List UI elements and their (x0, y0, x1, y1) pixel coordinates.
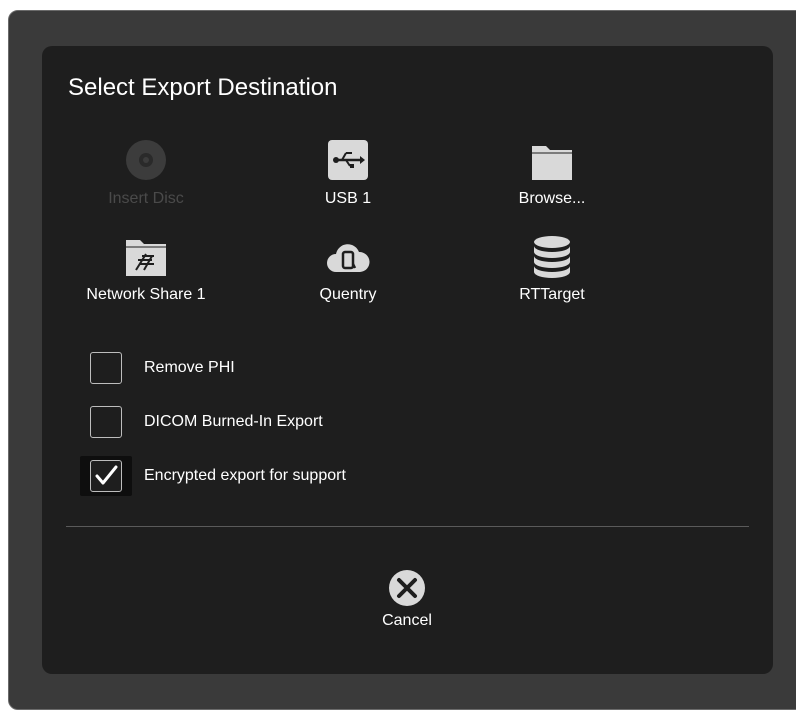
option-label: DICOM Burned-In Export (144, 413, 323, 430)
checkmark-icon (95, 465, 118, 485)
destination-insert-disc: Insert Disc (66, 138, 226, 208)
cancel-button[interactable]: Cancel (357, 568, 457, 630)
folder-icon (532, 146, 572, 180)
destination-label: Quentry (319, 286, 377, 303)
destination-browse[interactable]: Browse... (472, 138, 632, 208)
option-label: Remove PHI (144, 359, 235, 376)
destination-usb-1[interactable]: USB 1 (268, 138, 428, 208)
remove-phi-checkbox[interactable] (90, 352, 122, 384)
usb-icon (328, 140, 368, 180)
network-folder-icon (126, 240, 166, 276)
option-remove-phi[interactable]: Remove PHI (80, 348, 235, 388)
destination-rttarget[interactable]: RTTarget (472, 234, 632, 304)
destination-label: USB 1 (324, 190, 372, 207)
checkbox-wrap (80, 456, 132, 496)
destination-label: RTTarget (519, 286, 585, 303)
checkbox-wrap (80, 348, 132, 388)
database-icon (534, 236, 570, 278)
dialog-title: Select Export Destination (68, 74, 338, 101)
option-label: Encrypted export for support (144, 467, 346, 484)
export-dialog: Select Export Destination Insert Disc US… (42, 46, 773, 674)
destination-label: Insert Disc (108, 190, 184, 207)
destination-quentry[interactable]: Quentry (268, 234, 428, 304)
divider (66, 526, 749, 527)
destination-network-share-1[interactable]: Network Share 1 (66, 234, 226, 304)
close-icon (389, 570, 425, 606)
destination-label: Browse... (518, 190, 586, 207)
checkbox-wrap (80, 402, 132, 442)
destination-label: Network Share 1 (86, 286, 206, 303)
dicom-burned-in-checkbox[interactable] (90, 406, 122, 438)
disc-icon (126, 140, 166, 180)
option-dicom-burned-in-export[interactable]: DICOM Burned-In Export (80, 402, 323, 442)
cloud-icon (327, 244, 370, 272)
cancel-label: Cancel (382, 612, 432, 629)
option-encrypted-export[interactable]: Encrypted export for support (80, 456, 346, 496)
encrypted-export-checkbox[interactable] (90, 460, 122, 492)
